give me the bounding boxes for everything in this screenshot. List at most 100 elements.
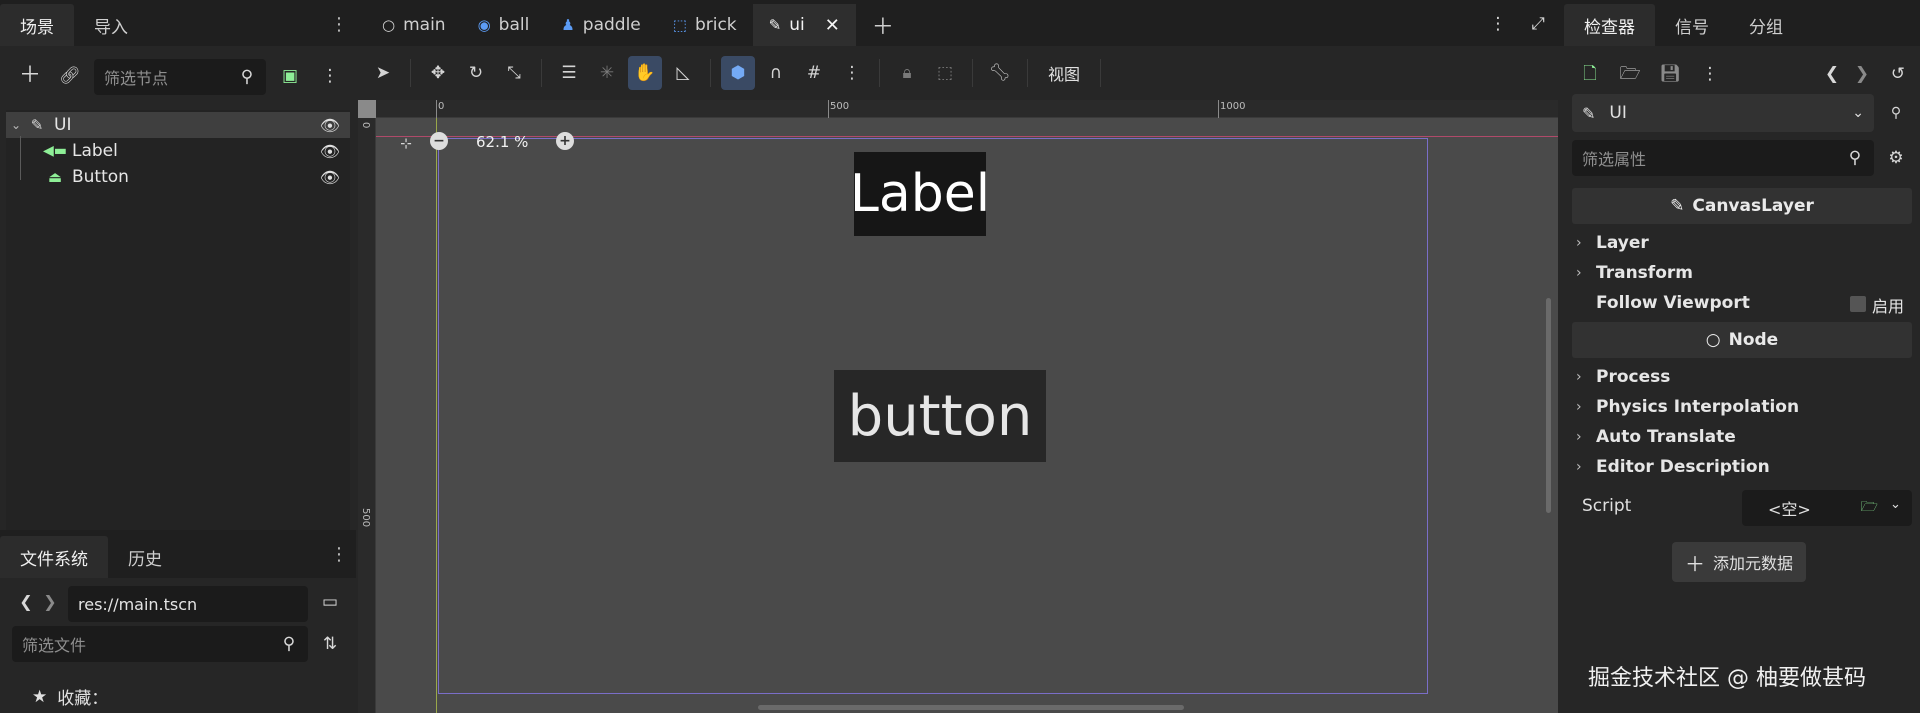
resource-menu-icon[interactable]: ⋮ [1698,62,1722,86]
canvas-layer-icon: ✎ [1582,103,1596,123]
pivot-mode-icon[interactable]: ✳ [590,56,624,90]
scene-dock: 场景 导入 ⋮ ＋ 🔗︎ 筛选节点 ⚲ ▣ ⋮ ⌄ ✎ UI 👁︎ ◀▬ Lab… [0,0,356,713]
tab-history[interactable]: 历史 [108,536,182,578]
tree-item-button-node[interactable]: ⏏ Button 👁︎ [6,164,350,190]
scene-tab-ball[interactable]: ◉ ball [462,4,546,46]
property-group-process[interactable]: › Process [1564,362,1920,392]
node-selector[interactable]: ✎ UI ⌄ [1572,94,1874,132]
center-view-icon[interactable]: ⊹ [394,132,418,156]
back-icon[interactable]: ❮ [14,590,38,614]
list-select-icon[interactable]: ☰ [552,56,586,90]
filesystem-menu-icon[interactable]: ⋮ [330,544,348,565]
canvas-viewport[interactable]: 0 500 1000 0 500 ⊹ − 62.1 % + Label butt… [358,100,1558,713]
history-forward-icon[interactable]: ❯ [1850,62,1874,86]
snap-icon[interactable]: ∩ [759,56,793,90]
close-icon[interactable]: ✕ [825,15,840,36]
zoom-in-icon[interactable]: + [556,132,574,150]
canvas-label-node[interactable]: Label [850,152,990,236]
visibility-eye-icon[interactable]: 👁︎ [320,142,340,161]
ruler-mode-icon[interactable]: ◺ [666,56,700,90]
tab-inspector[interactable]: 检查器 [1564,4,1655,46]
property-group-layer[interactable]: › Layer [1564,228,1920,258]
scene-tab-brick[interactable]: ⬚ brick [657,4,753,46]
node-name: UI [1609,103,1627,123]
zoom-out-icon[interactable]: − [430,132,448,150]
tab-groups[interactable]: 分组 [1729,4,1803,46]
property-group-physics-interpolation[interactable]: › Physics Interpolation [1564,392,1920,422]
horizontal-scrollbar[interactable] [758,705,1184,710]
rotate-mode-icon[interactable]: ↻ [459,56,493,90]
property-group-auto-translate[interactable]: › Auto Translate [1564,422,1920,452]
path-field[interactable]: res://main.tscn [68,586,308,622]
group-icon[interactable]: ⬚ [928,56,962,90]
section-canvaslayer[interactable]: ✎ CanvasLayer [1572,188,1912,224]
scene-tab-paddle[interactable]: ♟ paddle [545,4,656,46]
static-body-icon: ⬚ [672,16,687,34]
distraction-free-icon[interactable]: ⤢ [1526,12,1550,36]
tree-item-label: Button [72,167,129,187]
save-icon[interactable]: 💾︎ [1658,62,1682,86]
scene-tab-main[interactable]: ○ main [366,4,462,46]
tree-item-label-node[interactable]: ◀▬ Label 👁︎ [6,136,350,180]
history-back-icon[interactable]: ❮ [1820,62,1844,86]
vertical-scrollbar[interactable] [1546,298,1551,513]
script-field[interactable]: <空> 🗁︎ [1742,490,1912,526]
bone-icon[interactable]: 🦴︎ [983,56,1017,90]
property-options-icon[interactable]: ⚙ [1884,146,1908,170]
view-menu[interactable]: 视图 [1038,61,1090,85]
search-icon: ⚲ [1848,147,1862,168]
add-metadata-button[interactable]: ＋ 添加元数据 [1672,542,1806,582]
follow-viewport-checkbox[interactable] [1850,296,1866,312]
filter-nodes-input[interactable]: 筛选节点 ⚲ [94,59,266,95]
scene-tabs-menu-icon[interactable]: ⋮ [1486,12,1510,36]
zoom-level[interactable]: 62.1 % [476,133,528,151]
collapse-arrow-icon[interactable]: ⌄ [6,118,26,132]
filter-properties-input[interactable]: 筛选属性 ⚲ [1572,140,1874,176]
visibility-eye-icon[interactable]: 👁︎ [320,116,340,135]
watermark: 掘金技术社区 @ 柚要做甚码 [1588,666,1866,691]
open-folder-icon[interactable]: 🗁︎ [1618,62,1642,86]
lock-icon[interactable]: 🔒︎ [890,56,924,90]
tab-scene[interactable]: 场景 [0,4,74,46]
script-dropdown-icon[interactable]: ⌄ [1890,497,1901,512]
property-group-transform[interactable]: › Transform [1564,258,1920,288]
load-script-icon[interactable]: 🗁︎ [1861,496,1878,520]
new-scene-tab-button[interactable]: ＋ [856,4,910,46]
move-mode-icon[interactable]: ✥ [421,56,455,90]
link-icon[interactable]: 🔗︎ [58,64,82,88]
new-resource-icon[interactable]: 🗋︎ [1578,62,1602,86]
tree-item-ui[interactable]: ⌄ ✎ UI 👁︎ [6,112,350,138]
tab-filesystem[interactable]: 文件系统 [0,536,108,578]
inspector-tabbar: 检查器 信号 分组 [1564,0,1920,46]
canvas-layer-icon: ✎ [1670,196,1685,216]
section-node[interactable]: ○ Node [1572,322,1912,358]
button-icon: ⏏ [47,167,63,186]
favorites-row[interactable]: ★ 收藏： [32,684,108,710]
select-mode-icon[interactable]: ➤ [366,56,400,90]
grid-snap-icon[interactable]: # [797,56,831,90]
scene-menu-icon[interactable]: ⋮ [318,64,342,88]
ruler-corner [358,100,376,118]
forward-icon[interactable]: ❯ [38,590,62,614]
attach-script-icon[interactable]: ▣ [278,64,302,88]
smart-snap-icon[interactable]: ⬢ [721,56,755,90]
ruler-label: 0 [360,122,371,129]
filter-files-input[interactable]: 筛选文件 ⚲ [12,626,308,662]
dock-menu-icon[interactable]: ⋮ [330,14,348,35]
snap-options-icon[interactable]: ⋮ [835,56,869,90]
pan-mode-icon[interactable]: ✋ [628,56,662,90]
history-icon[interactable]: ↺ [1886,62,1910,86]
sort-icon[interactable]: ⇅ [318,632,342,656]
scale-mode-icon[interactable]: ⤡ [497,56,531,90]
add-node-icon[interactable]: ＋ [18,64,42,88]
property-group-editor-description[interactable]: › Editor Description [1564,452,1920,482]
property-label: Follow Viewport [1596,293,1750,313]
canvas-button-node[interactable]: button [834,370,1046,462]
scene-tab-ui[interactable]: ✎ ui ✕ [752,4,856,46]
tab-signals[interactable]: 信号 [1655,4,1729,46]
visibility-eye-icon[interactable]: 👁︎ [320,168,340,187]
open-docs-icon[interactable]: ⚲ [1884,101,1908,125]
split-view-icon[interactable]: ▭ [318,590,342,614]
scene-tab-label: paddle [582,15,641,35]
tab-import[interactable]: 导入 [74,4,148,46]
